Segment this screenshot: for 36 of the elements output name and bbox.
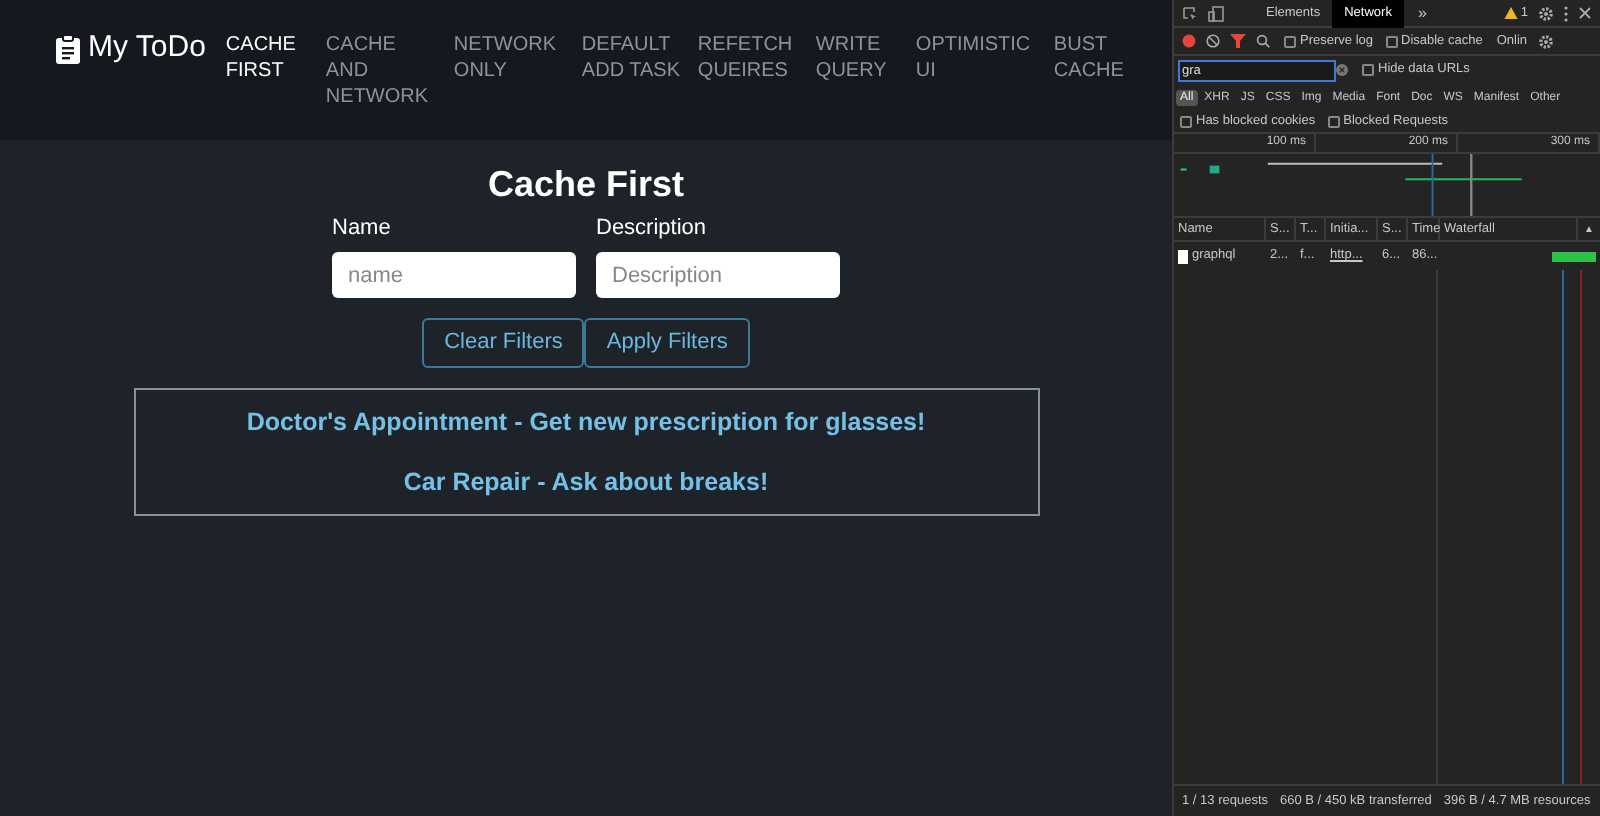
field-label: Name [332, 216, 393, 242]
clipboard-icon [56, 33, 80, 63]
search-icon[interactable] [1256, 34, 1270, 48]
nav-link[interactable]: CACHE FIRST [225, 32, 326, 110]
nav-link[interactable]: CACHE AND NETWORK [325, 32, 454, 110]
checkbox[interactable] [1327, 115, 1340, 127]
checkbox[interactable] [1362, 64, 1374, 76]
task-item: Car Repair - Ask about breaks! [403, 468, 769, 496]
text-field[interactable]: name [332, 252, 576, 298]
field-label: Description [596, 216, 709, 242]
more-tabs-chevron[interactable]: » [1417, 5, 1427, 21]
page-heading: Cache First [487, 164, 685, 204]
inspect-icon[interactable] [1182, 5, 1198, 21]
device-icon[interactable] [1208, 5, 1224, 21]
record-icon[interactable] [1182, 34, 1196, 48]
clear-input-icon[interactable] [1336, 64, 1348, 76]
filter-button[interactable]: Clear Filters [422, 318, 585, 368]
nav-link[interactable]: NETWORK ONLY [453, 32, 582, 110]
nav-link[interactable]: REFETCH QUEIRES [697, 32, 816, 110]
file-icon [1178, 249, 1188, 263]
text-field[interactable]: Description [596, 252, 840, 298]
filter-button[interactable]: Apply Filters [584, 318, 750, 368]
checkbox[interactable] [1385, 35, 1397, 47]
clear-icon[interactable] [1206, 34, 1220, 48]
nav-link[interactable]: BUST CACHE [1053, 32, 1154, 110]
filter-icon[interactable] [1230, 34, 1246, 48]
brand-link[interactable]: My ToDo [88, 32, 206, 64]
checkbox[interactable] [1284, 35, 1296, 47]
warning-icon[interactable] [1504, 6, 1519, 20]
waterfall-bar [1552, 251, 1596, 261]
nav-link[interactable]: WRITE QUERY [815, 32, 916, 110]
nav-link[interactable]: OPTIMISTIC UI [915, 32, 1054, 110]
checkbox[interactable] [1180, 115, 1192, 127]
nav-link[interactable]: DEFAULT ADD TASK [581, 32, 698, 110]
close-icon[interactable] [1578, 6, 1592, 20]
task-item: Doctor's Appointment - Get new prescription for glasses! [246, 408, 926, 436]
